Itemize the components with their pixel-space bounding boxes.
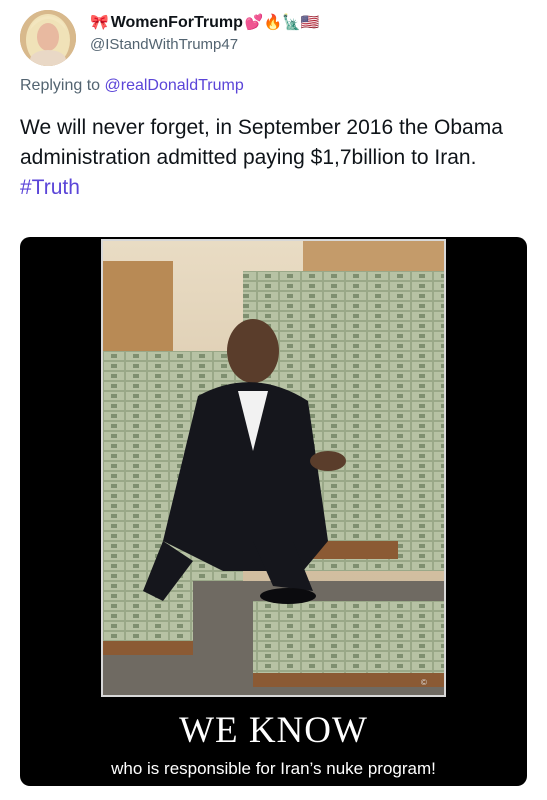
avatar-image (20, 10, 76, 66)
tweet-media[interactable]: © WE KNOW who is responsible for Iran’s … (20, 237, 527, 786)
svg-text:©: © (421, 678, 427, 687)
media-photo: © (101, 239, 446, 697)
tweet-body: We will never forget, in September 2016 … (20, 116, 503, 169)
ribbon-emoji: 🎀 (90, 14, 109, 31)
hashtag-link[interactable]: #Truth (20, 176, 80, 199)
user-names: 🎀 WomenForTrump 💕🔥🗽🇺🇸 @IStandWithTrump47 (90, 13, 320, 55)
replying-to: Replying to @realDonaldTrump (20, 77, 244, 95)
display-name-emojis: 💕🔥🗽🇺🇸 (244, 14, 320, 31)
display-name[interactable]: 🎀 WomenForTrump 💕🔥🗽🇺🇸 (90, 13, 320, 33)
poster-title: WE KNOW (179, 710, 368, 751)
replying-to-label: Replying to (20, 77, 101, 94)
photo-illustration: © (103, 241, 444, 695)
avatar[interactable] (20, 10, 76, 66)
reply-mention-link[interactable]: @realDonaldTrump (105, 77, 244, 94)
user-handle[interactable]: @IStandWithTrump47 (90, 35, 320, 55)
tweet-header: 🎀 WomenForTrump 💕🔥🗽🇺🇸 @IStandWithTrump47 (20, 10, 520, 70)
poster-subtitle: who is responsible for Iran’s nuke progr… (111, 759, 436, 778)
display-name-text: WomenForTrump (110, 14, 243, 31)
tweet-text: We will never forget, in September 2016 … (20, 113, 525, 203)
